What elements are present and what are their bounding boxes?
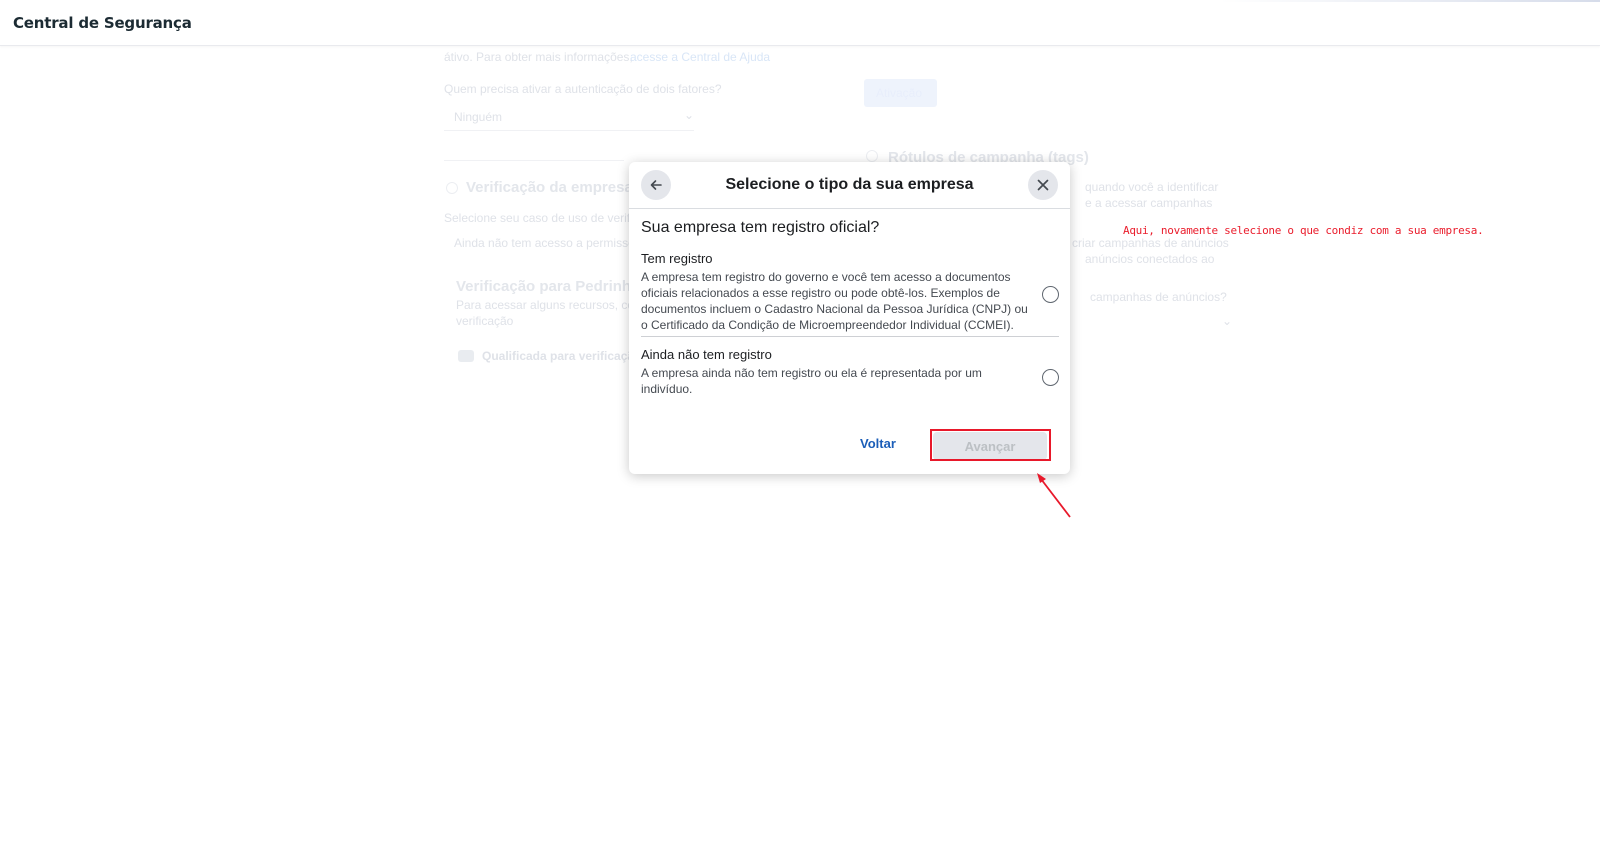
bg-text-right1: quando você a identificar xyxy=(1085,180,1219,194)
radio-ainda-nao-tem-registro[interactable] xyxy=(1042,369,1059,386)
radio-tem-registro[interactable] xyxy=(1042,286,1059,303)
close-button[interactable] xyxy=(1028,170,1058,200)
bg-mail-icon xyxy=(458,350,474,362)
avancar-button[interactable]: Avançar xyxy=(933,432,1047,460)
option-title: Tem registro xyxy=(641,251,713,266)
app-title: Central de Segurança xyxy=(13,14,192,32)
option-tem-registro[interactable]: Tem registro A empresa tem registro do g… xyxy=(641,251,1059,337)
option-ainda-nao-tem-registro[interactable]: Ainda não tem registro A empresa ainda n… xyxy=(641,347,1059,399)
bg-heading-pedrinho: Verificação para Pedrinho xyxy=(456,278,641,295)
bg-select-underline xyxy=(444,130,694,131)
top-accent-line xyxy=(1220,0,1600,2)
voltar-button[interactable]: Voltar xyxy=(860,436,896,451)
bg-text-line1: átivo. Para obter mais informações, xyxy=(444,50,633,64)
close-icon xyxy=(1037,179,1049,191)
bg-heading-verificacao: Verificação da empresa xyxy=(466,179,633,196)
bg-text-qualificada: Qualificada para verificação xyxy=(482,349,642,363)
bg-radio xyxy=(446,182,458,194)
option-description: A empresa ainda não tem registro ou ela … xyxy=(641,366,982,396)
bg-text-right4: anúncios conectados ao xyxy=(1085,252,1215,266)
option-title: Ainda não tem registro xyxy=(641,347,772,362)
dialog-question: Sua empresa tem registro oficial? xyxy=(641,219,880,236)
bg-help-link: acesse a Central de Ajuda xyxy=(630,50,771,64)
dialog-title: Selecione o tipo da sua empresa xyxy=(725,176,974,193)
bg-text-right3: criar campanhas de anúncios xyxy=(1072,236,1229,250)
bg-two-factor-label: Quem precisa ativar a autenticação de do… xyxy=(444,82,722,96)
bg-text-acesso: Ainda não tem acesso a permissões xyxy=(454,236,648,250)
option-description: A empresa tem registro do governo e você… xyxy=(641,270,1028,332)
bg-chevron-icon: ⌄ xyxy=(1222,314,1233,328)
annotation-text: Aqui, novamente selecione o que condiz c… xyxy=(1123,224,1484,237)
bg-button-label: Ativação xyxy=(876,86,923,100)
bg-text-right5: campanhas de anúncios? xyxy=(1090,290,1227,304)
dialog-header: Selecione o tipo da sua empresa xyxy=(629,162,1070,209)
bg-radio-2 xyxy=(866,150,878,162)
top-bar: Central de Segurança xyxy=(0,0,1600,46)
bg-select-chevron-icon: ⌄ xyxy=(684,108,695,122)
bg-divider xyxy=(444,160,624,161)
bg-text-right2: e a acessar campanhas xyxy=(1085,196,1213,210)
bg-text-pedrinho-b: verificação xyxy=(456,314,514,328)
business-type-dialog: Selecione o tipo da sua empresa Sua empr… xyxy=(629,162,1070,474)
bg-select-value: Ninguém xyxy=(454,110,503,124)
